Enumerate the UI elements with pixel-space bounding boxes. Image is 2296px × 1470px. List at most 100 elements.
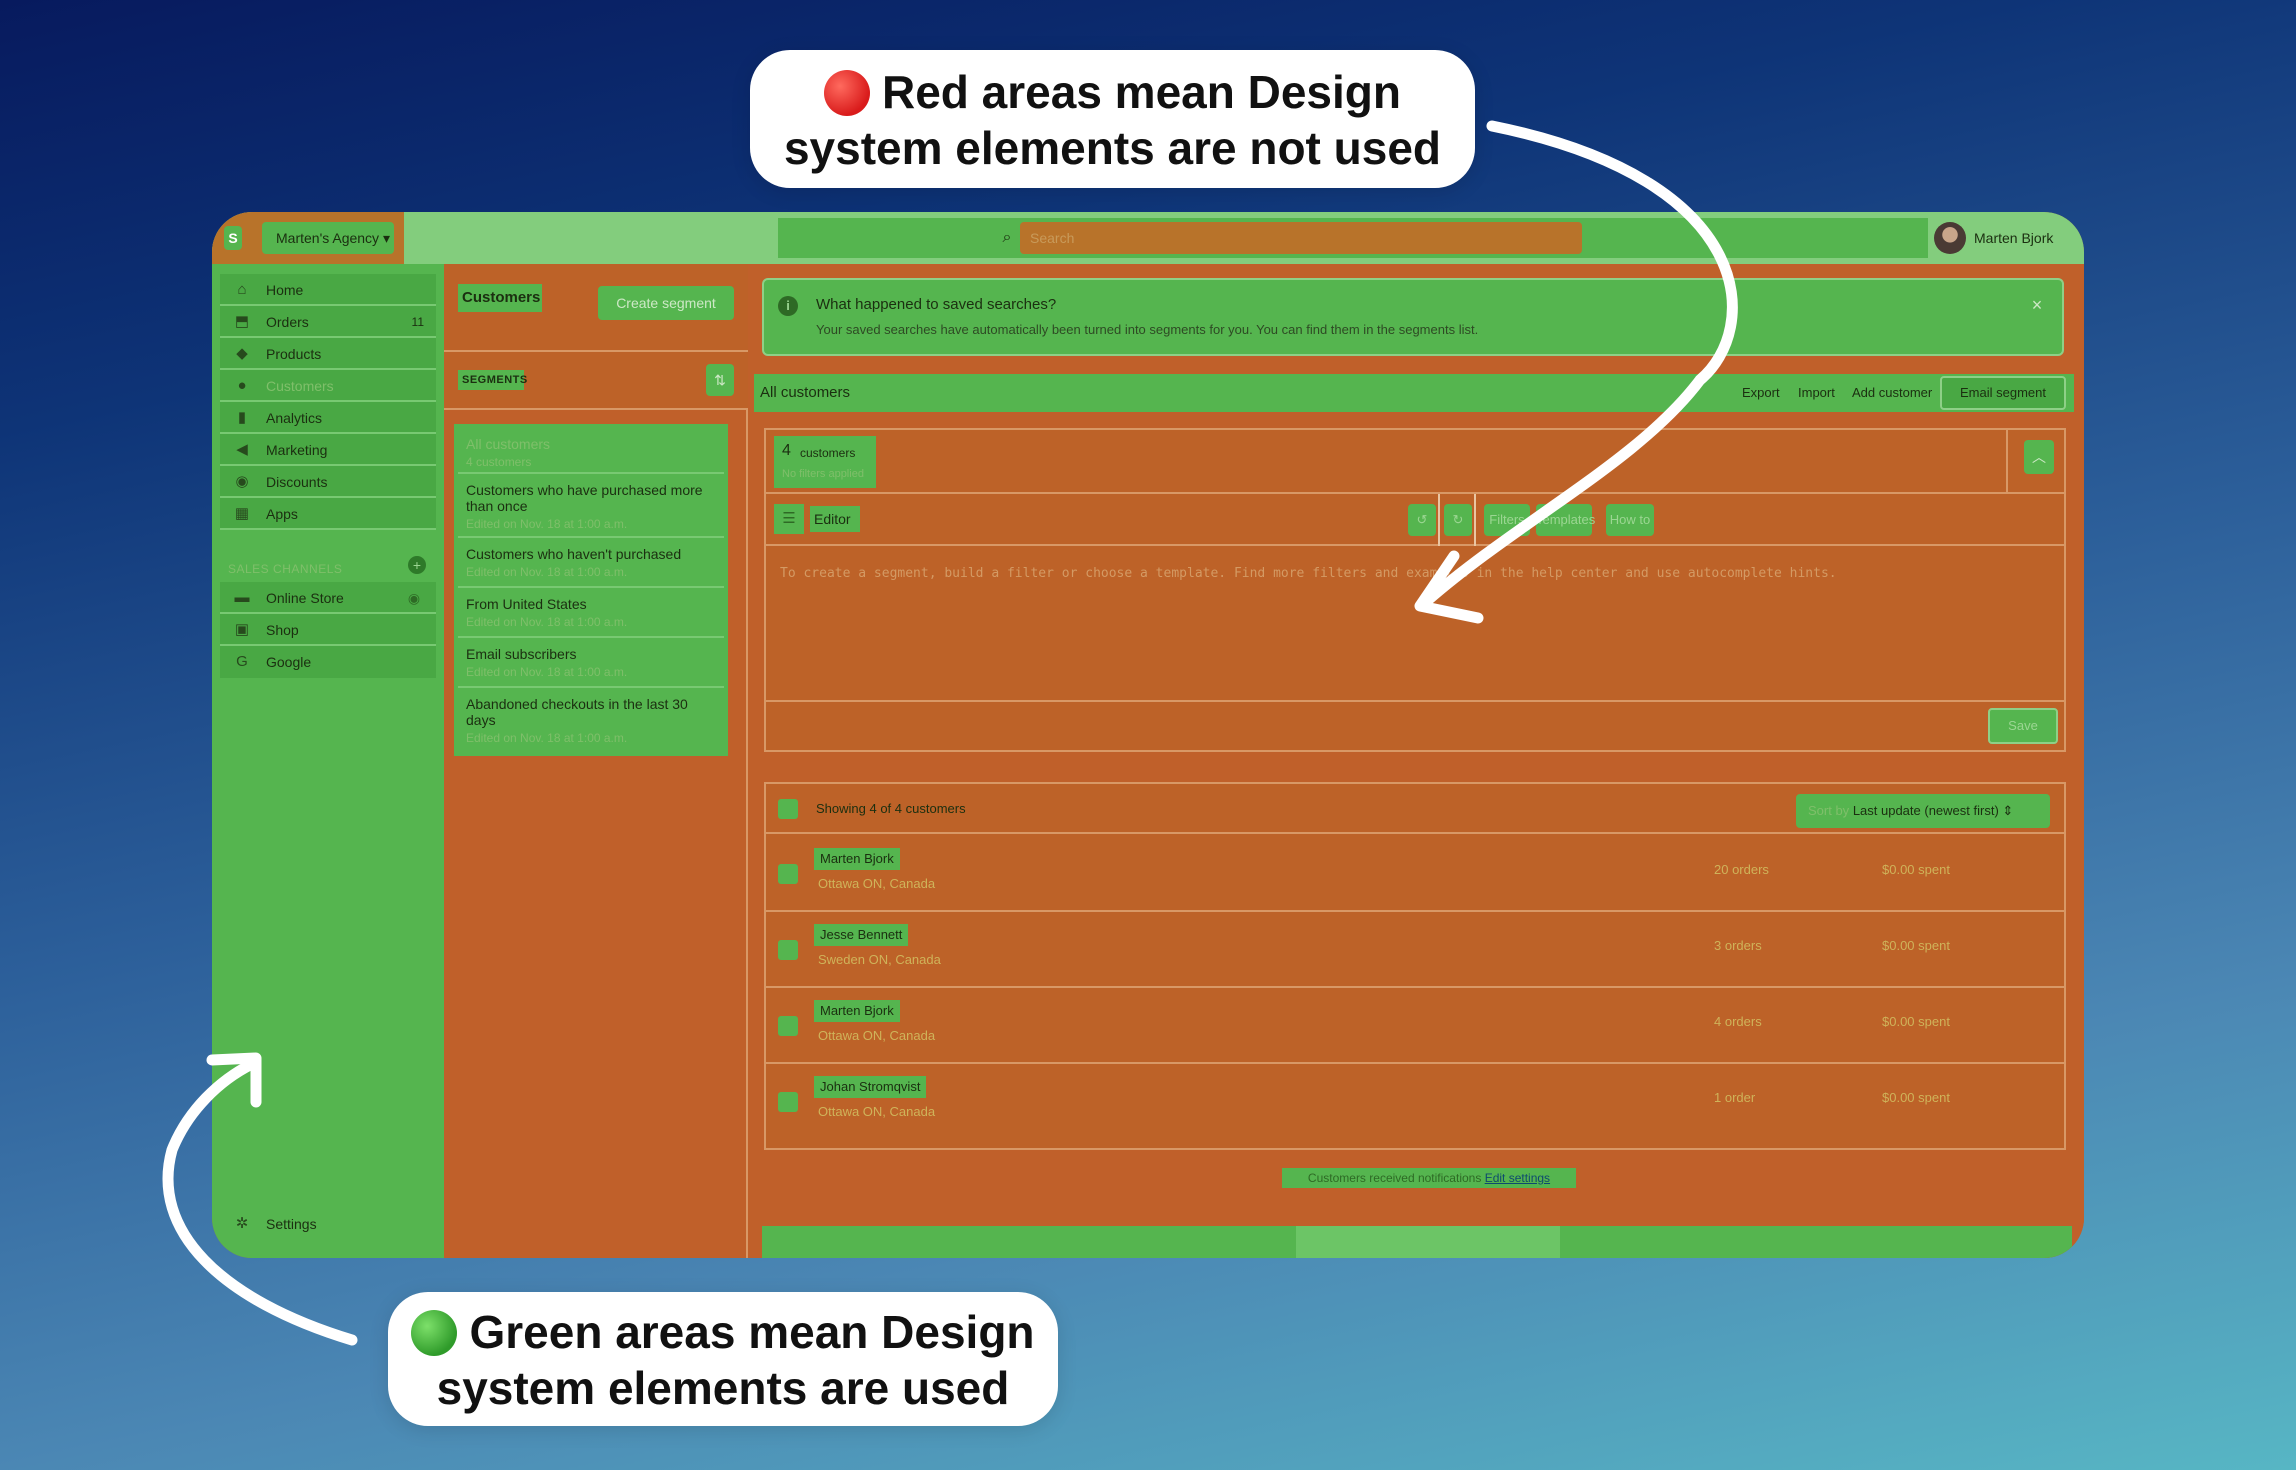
edit-settings-link[interactable]: Edit settings <box>1485 1171 1550 1185</box>
sidebar-item-apps[interactable]: ▦ Apps <box>220 498 436 530</box>
customer-list: Showing 4 of 4 customers Sort by Last up… <box>764 782 2066 1150</box>
store-switcher[interactable]: S Marten's Agency ▾ <box>212 212 404 264</box>
sidebar-item-online-store[interactable]: ▬ Online Store ◉ <box>220 582 436 614</box>
segments-list: All customers 4 customers Customers who h… <box>454 424 728 756</box>
table-row[interactable]: Marten Bjork Ottawa ON, Canada 4 orders … <box>766 988 2064 1064</box>
search-placeholder: Search <box>1030 230 1075 246</box>
segment-item[interactable]: Email subscribers Edited on Nov. 18 at 1:… <box>458 640 724 688</box>
sidebar-item-analytics[interactable]: ▮ Analytics <box>220 402 436 434</box>
avatar <box>1934 222 1966 254</box>
segment-item[interactable]: From United States Edited on Nov. 18 at 1… <box>458 590 724 638</box>
sidebar-item-google[interactable]: G Google <box>220 646 436 678</box>
bar-chart-icon: ▮ <box>237 409 247 426</box>
notification-settings-link: Customers received notifications Edit se… <box>1282 1168 1576 1188</box>
templates-button[interactable]: Templates <box>1536 504 1595 536</box>
bottom-bar <box>762 1226 2072 1258</box>
sidebar-item-orders[interactable]: ⬒ Orders 11 <box>220 306 436 338</box>
segment-item[interactable]: Abandoned checkouts in the last 30 days E… <box>458 690 724 752</box>
customer-name[interactable]: Johan Stromqvist <box>814 1076 927 1098</box>
red-callout-line1: Red areas mean Design <box>881 66 1401 118</box>
query-editor[interactable]: To create a segment, build a filter or c… <box>780 566 1837 581</box>
row-checkbox[interactable] <box>778 864 798 884</box>
orders-icon: ⬒ <box>234 313 250 330</box>
segments-subheader: SEGMENTS ⇅ <box>444 352 748 410</box>
filters-button[interactable]: Filters <box>1484 504 1530 536</box>
sidebar-item-products[interactable]: ◆ Products <box>220 338 436 370</box>
customer-count: 4 customers No filters applied <box>774 436 876 488</box>
segment-header-bar: All customers Export Import Add customer… <box>754 374 2074 412</box>
save-button[interactable]: Save <box>1988 708 2058 744</box>
person-icon: ● <box>237 377 247 394</box>
segment-editor: 4 customers No filters applied ︿ ☰ Edito… <box>764 428 2066 752</box>
import-button[interactable]: Import <box>1798 374 1835 412</box>
sidebar: ⌂ Home ⬒ Orders 11 ◆ Products ● Customers ▮ An… <box>212 264 444 1258</box>
green-callout-line2: system elements are used <box>436 1362 1010 1414</box>
banner-title: What happened to saved searches? <box>816 296 1057 313</box>
top-bar: S Marten's Agency ▾ ⌕ Search Marten Bjor… <box>212 212 2084 264</box>
undo-icon[interactable]: ↺ <box>1408 504 1436 536</box>
discount-icon: ◉ <box>235 473 249 490</box>
row-checkbox[interactable] <box>778 1016 798 1036</box>
sidebar-item-marketing[interactable]: ◀ Marketing <box>220 434 436 466</box>
search-icon: ⌕ <box>994 222 1020 254</box>
sidebar-item-discounts[interactable]: ◉ Discounts <box>220 466 436 498</box>
page-title: Customers <box>458 284 542 312</box>
customer-name[interactable]: Marten Bjork <box>814 848 900 870</box>
segments-panel: Customers Create segment SEGMENTS ⇅ All … <box>444 264 748 1258</box>
red-circle-icon <box>823 70 870 116</box>
add-channel-icon[interactable]: + <box>408 556 426 574</box>
segment-item[interactable]: Customers who haven't purchased Edited on… <box>458 540 724 588</box>
row-checkbox[interactable] <box>778 1092 798 1112</box>
segment-item[interactable]: All customers 4 customers <box>458 430 724 474</box>
app-window: S Marten's Agency ▾ ⌕ Search Marten Bjor… <box>212 212 2084 1258</box>
table-row[interactable]: Marten Bjork Ottawa ON, Canada 20 orders… <box>766 836 2064 912</box>
chevron-up-icon[interactable]: ︿ <box>2024 440 2054 474</box>
red-callout-line2: system elements are not used <box>783 122 1442 174</box>
segment-title: All customers <box>760 384 851 401</box>
sidebar-item-home[interactable]: ⌂ Home <box>220 274 436 306</box>
gear-icon: ✲ <box>235 1215 249 1232</box>
list-header: Showing 4 of 4 customers Sort by Last up… <box>766 784 2064 834</box>
list-icon: ☰ <box>774 504 804 534</box>
green-callout-line1: Green areas mean Design <box>469 1306 1035 1358</box>
close-icon[interactable]: × <box>2026 294 2048 316</box>
info-icon: i <box>778 296 798 316</box>
tag-icon: ◆ <box>236 345 248 362</box>
export-button[interactable]: Export <box>1742 374 1780 412</box>
sidebar-item-settings[interactable]: ✲ Settings <box>220 1208 436 1240</box>
email-segment-button[interactable]: Email segment <box>1940 376 2066 410</box>
redo-icon[interactable]: ↻ <box>1444 504 1472 536</box>
user-menu[interactable]: Marten Bjork <box>1934 220 2074 256</box>
megaphone-icon: ◀ <box>236 441 248 458</box>
segment-item[interactable]: Customers who have purchased more than o… <box>458 476 724 538</box>
store-name[interactable]: Marten's Agency ▾ <box>262 222 394 254</box>
sales-channels-label: SALES CHANNELS <box>228 562 343 576</box>
banner-body: Your saved searches have automatically b… <box>816 322 1479 337</box>
shopify-logo-icon: S <box>224 226 242 250</box>
row-checkbox[interactable] <box>778 940 798 960</box>
sort-icon[interactable]: ⇅ <box>706 364 734 396</box>
green-callout: Green areas mean Design system elements … <box>388 1292 1058 1426</box>
red-callout: Red areas mean Design system elements ar… <box>750 50 1475 188</box>
google-icon: G <box>236 653 248 670</box>
table-row[interactable]: Johan Stromqvist Ottawa ON, Canada 1 ord… <box>766 1064 2064 1140</box>
divider <box>1438 494 1440 546</box>
how-to-button[interactable]: How to <box>1606 504 1654 536</box>
search-input[interactable]: ⌕ Search <box>994 222 1582 254</box>
sidebar-item-shop[interactable]: ▣ Shop <box>220 614 436 646</box>
eye-icon[interactable]: ◉ <box>406 590 422 606</box>
sidebar-item-customers[interactable]: ● Customers <box>220 370 436 402</box>
divider <box>1474 494 1476 546</box>
customer-name[interactable]: Jesse Bennett <box>814 924 909 946</box>
apps-icon: ▦ <box>234 505 250 522</box>
select-all-checkbox[interactable] <box>778 799 798 819</box>
divider <box>2006 430 2008 492</box>
customer-name[interactable]: Marten Bjork <box>814 1000 900 1022</box>
add-customer-button[interactable]: Add customer <box>1852 374 1932 412</box>
table-row[interactable]: Jesse Bennett Sweden ON, Canada 3 orders… <box>766 912 2064 988</box>
sort-select[interactable]: Sort by Last update (newest first) ⇕ <box>1796 794 2050 828</box>
shop-icon: ▣ <box>234 621 250 638</box>
main-content: i What happened to saved searches? Your … <box>748 264 2084 1258</box>
orders-badge: 11 <box>411 315 424 329</box>
create-segment-button[interactable]: Create segment <box>598 286 734 320</box>
